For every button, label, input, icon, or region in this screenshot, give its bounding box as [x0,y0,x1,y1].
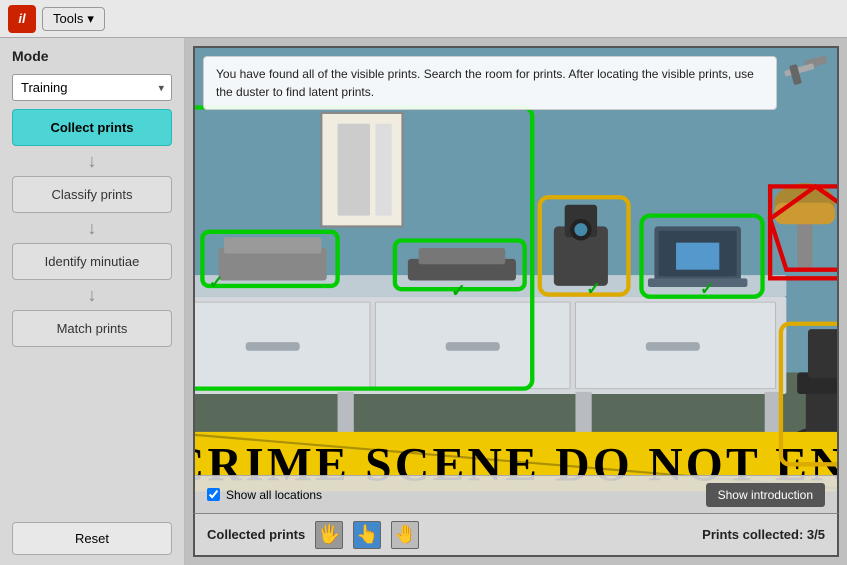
content-area: CRIME SCENE DO NOT EN ✓ ✓ ✓ ✓ [185,38,847,565]
logo: il [8,5,36,33]
mode-select[interactable]: Training Assessment [12,74,172,101]
step-classify-label: Classify prints [52,187,133,202]
step-collect-label: Collect prints [50,120,133,135]
step-arrow-1: ↓ [12,152,172,170]
reset-label: Reset [75,531,109,546]
show-intro-button[interactable]: Show introduction [706,483,825,507]
reset-button[interactable]: Reset [12,522,172,555]
mode-label: Mode [12,48,172,64]
print-thumb-1: 🖐 [315,521,343,549]
step-classify-button[interactable]: Classify prints [12,176,172,213]
collected-prints-label: Collected prints [207,527,305,542]
step-identify-label: Identify minutiae [45,254,140,269]
show-intro-label: Show introduction [718,488,813,502]
tools-label: Tools [53,11,83,26]
step-identify-button[interactable]: Identify minutiae [12,243,172,280]
duster-icon [779,56,829,98]
instruction-text: You have found all of the visible prints… [216,67,754,99]
step-arrow-2: ↓ [12,219,172,237]
svg-text:✓: ✓ [209,272,224,292]
sidebar: Mode Training Assessment ▾ Collect print… [0,38,185,565]
tools-button[interactable]: Tools ▾ [42,7,105,31]
prints-footer: Collected prints 🖐 👆 🤚 Prints collected:… [193,513,839,557]
scene-svg: CRIME SCENE DO NOT EN ✓ ✓ ✓ ✓ [195,48,837,513]
prints-count: Prints collected: 3/5 [702,527,825,542]
step-match-label: Match prints [57,321,128,336]
svg-text:✓: ✓ [700,279,715,299]
step-arrow-3: ↓ [12,286,172,304]
print-thumb-3: 🤚 [391,521,419,549]
svg-text:✓: ✓ [586,279,600,299]
scene-bottom-bar: Show all locations Show introduction [195,475,837,513]
show-locations-checkbox[interactable] [207,488,220,501]
prints-left: Collected prints 🖐 👆 🤚 [207,521,419,549]
mode-select-wrapper: Training Assessment ▾ [12,74,172,101]
scene-wrapper[interactable]: CRIME SCENE DO NOT EN ✓ ✓ ✓ ✓ [193,46,839,513]
tools-dropdown-arrow: ▾ [87,11,94,27]
step-match-button[interactable]: Match prints [12,310,172,347]
print-thumb-2: 👆 [353,521,381,549]
svg-text:✓: ✓ [451,281,466,301]
step-collect-button[interactable]: Collect prints [12,109,172,146]
main-layout: Mode Training Assessment ▾ Collect print… [0,38,847,565]
show-locations-label[interactable]: Show all locations [207,488,322,502]
show-locations-text: Show all locations [226,488,322,502]
instruction-banner: You have found all of the visible prints… [203,56,777,110]
toolbar: il Tools ▾ [0,0,847,38]
